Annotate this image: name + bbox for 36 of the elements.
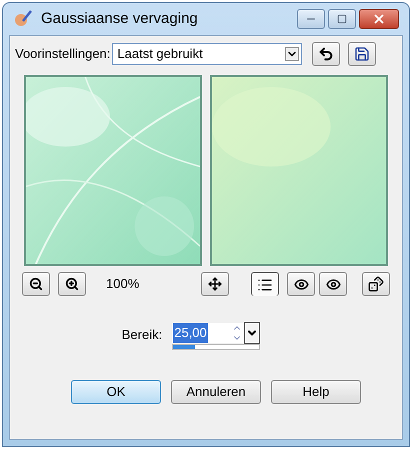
close-icon xyxy=(372,12,386,26)
undo-arrow-icon xyxy=(318,46,334,62)
zoom-in-button[interactable] xyxy=(58,272,86,296)
zoom-level: 100% xyxy=(106,275,140,294)
dropdown-button[interactable] xyxy=(244,322,260,344)
brush-icon xyxy=(13,9,33,29)
list-icon xyxy=(257,276,274,292)
preview-toggle[interactable] xyxy=(251,272,280,296)
range-slider[interactable] xyxy=(172,344,260,350)
minimize-button[interactable] xyxy=(297,9,325,29)
presets-dropdown[interactable]: Laatst gebruikt xyxy=(112,43,302,65)
eye-button[interactable] xyxy=(319,272,348,296)
eye-icon xyxy=(326,276,341,292)
dialog-button[interactable]: Help xyxy=(271,380,361,404)
window-title: Gaussiaanse vervaging xyxy=(41,8,198,29)
dialog-button[interactable]: OK xyxy=(71,380,161,404)
eye-lock-button[interactable] xyxy=(287,272,316,296)
range-field[interactable]: 25,00 xyxy=(172,323,230,343)
range-label: Bereik: xyxy=(122,326,162,344)
maximize-icon xyxy=(337,14,347,24)
zoom-out-button[interactable] xyxy=(22,272,50,296)
dialog-button[interactable]: Annuleren xyxy=(171,380,261,404)
zoom-out-icon xyxy=(29,277,43,291)
randomize-button[interactable] xyxy=(362,272,390,296)
spin-buttons[interactable] xyxy=(230,323,244,343)
eye-icon xyxy=(294,276,309,292)
move-icon xyxy=(208,277,222,291)
maximize-button[interactable] xyxy=(328,9,356,29)
dice-icon xyxy=(368,276,384,292)
reset-button[interactable] xyxy=(312,42,340,66)
save-button[interactable] xyxy=(348,42,376,66)
presets-label: Voorinstellingen: xyxy=(15,45,110,64)
zoom-in-icon xyxy=(65,277,79,291)
pan-button[interactable] xyxy=(201,272,230,296)
close-button[interactable] xyxy=(359,9,399,29)
caret-icon xyxy=(285,47,300,61)
